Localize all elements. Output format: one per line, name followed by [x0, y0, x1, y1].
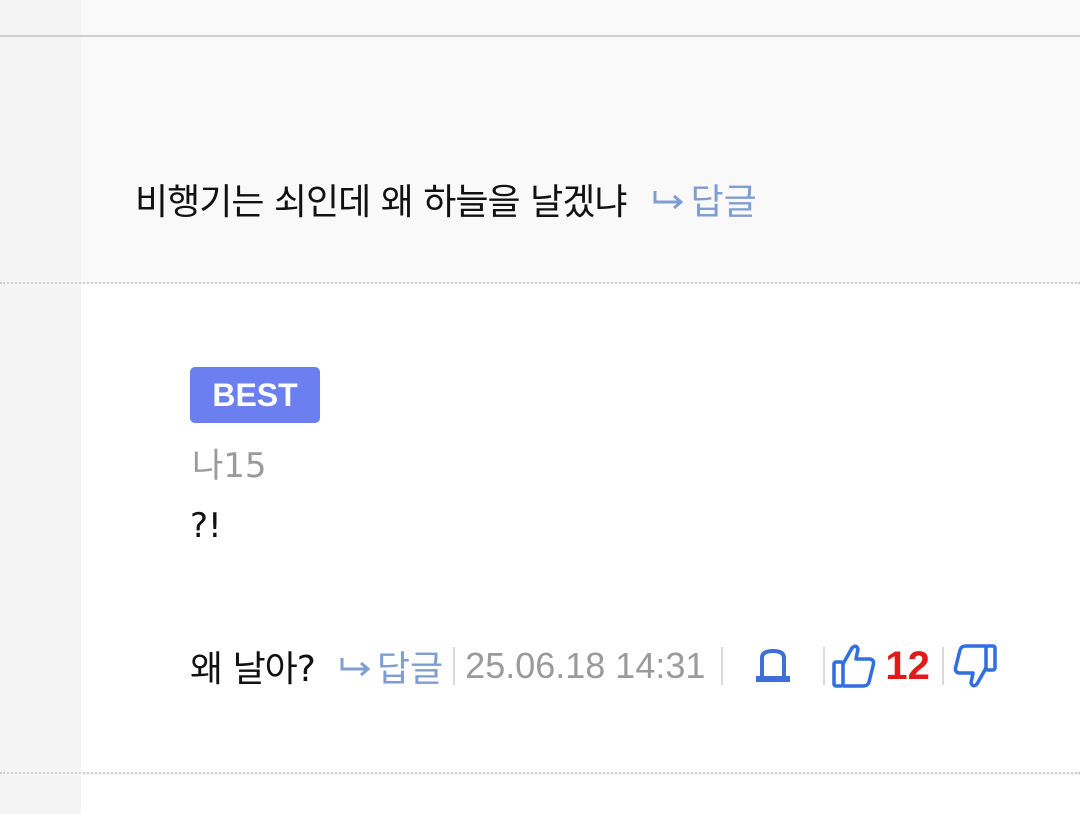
dislike-button[interactable]	[952, 642, 998, 690]
top-strip	[81, 0, 1080, 35]
dotted-divider	[0, 772, 1080, 774]
reply-comment-row: 비행기는 쇠인데 왜 하늘을 날겠냐 답글	[135, 177, 757, 223]
thumbs-down-icon	[953, 644, 997, 688]
reply-comment: 비행기는 쇠인데 왜 하늘을 날겠냐 답글	[81, 37, 1080, 282]
report-button[interactable]	[753, 648, 793, 684]
siren-icon	[756, 648, 791, 682]
separator	[941, 647, 944, 685]
reply-arrow-icon	[340, 658, 371, 676]
separator	[823, 647, 826, 685]
separator	[721, 647, 724, 685]
best-comment: BEST 나15 ?! 왜 날아? 답글 25.06.18 14:31 12	[81, 284, 1080, 772]
best-badge: BEST	[190, 367, 320, 423]
bottom-strip	[81, 775, 1080, 814]
reply-button[interactable]: 답글	[652, 173, 757, 225]
thumbs-up-icon	[832, 644, 876, 688]
reply-button[interactable]: 답글	[339, 640, 443, 692]
quoted-text: 왜 날아?	[190, 649, 316, 690]
comment-author[interactable]: 나15	[192, 438, 267, 487]
reply-label: 답글	[690, 182, 757, 223]
reply-arrow-icon	[653, 191, 684, 209]
timestamp: 25.06.18 14:31	[465, 645, 706, 686]
reply-label: 답글	[376, 649, 444, 690]
like-button[interactable]	[831, 642, 877, 690]
comment-body: ?!	[190, 506, 222, 546]
separator	[453, 647, 456, 685]
comment-meta-row: 왜 날아? 답글 25.06.18 14:31 12	[190, 639, 998, 693]
comment-text: 비행기는 쇠인데 왜 하늘을 날겠냐	[135, 182, 627, 223]
like-count: 12	[885, 643, 930, 688]
left-gutter	[0, 0, 81, 814]
